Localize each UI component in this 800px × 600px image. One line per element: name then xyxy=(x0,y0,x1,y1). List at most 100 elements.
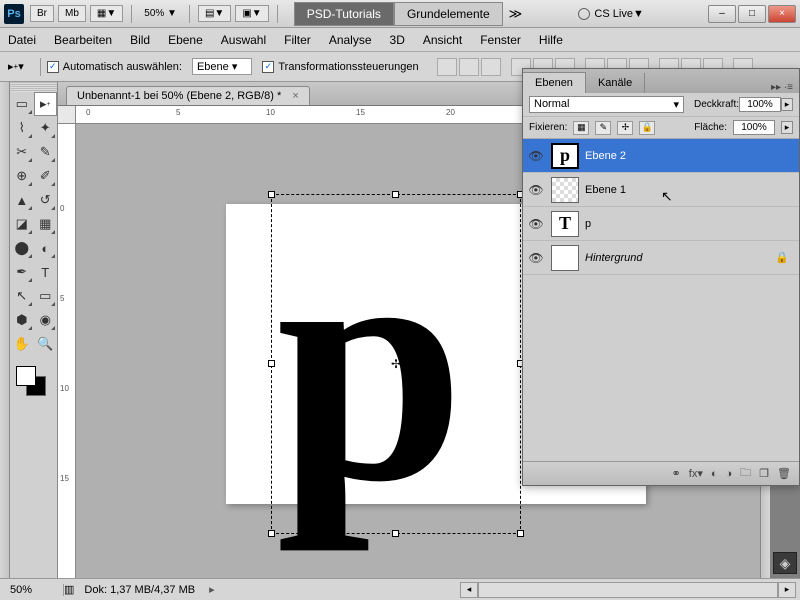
screen-mode-button[interactable]: ▣▼ xyxy=(235,5,268,22)
3d-camera-tool-icon[interactable]: ◉ xyxy=(34,308,58,332)
lock-all-icon[interactable]: 🔒 xyxy=(639,121,655,135)
foreground-color-swatch[interactable] xyxy=(16,366,36,386)
maximize-button[interactable]: □ xyxy=(738,5,766,23)
ruler-origin[interactable] xyxy=(58,106,76,124)
link-layers-icon[interactable]: ⚭ xyxy=(672,467,681,480)
stamp-tool-icon[interactable]: ▲ xyxy=(10,188,34,212)
layer-p[interactable]: 👁 T p xyxy=(523,207,799,241)
menu-datei[interactable]: Datei xyxy=(8,33,36,47)
layer-thumbnail[interactable]: p xyxy=(551,143,579,169)
layer-mask-icon[interactable]: ◐ xyxy=(711,468,718,480)
layer-hintergrund[interactable]: 👁 Hintergrund 🔒 xyxy=(523,241,799,275)
more-workspaces-icon[interactable]: ≫ xyxy=(509,6,523,22)
menu-bearbeiten[interactable]: Bearbeiten xyxy=(54,33,112,47)
eyedropper-tool-icon[interactable]: ✎ xyxy=(34,140,58,164)
transform-handle-nw[interactable] xyxy=(268,191,275,198)
view-extras-button[interactable]: ▦▼ xyxy=(90,5,123,22)
menu-ebene[interactable]: Ebene xyxy=(168,33,203,47)
pen-tool-icon[interactable]: ✒ xyxy=(10,260,34,284)
menu-filter[interactable]: Filter xyxy=(284,33,311,47)
healing-tool-icon[interactable]: ⊕ xyxy=(10,164,34,188)
marquee-tool-icon[interactable]: ▭ xyxy=(10,92,34,116)
shape-tool-icon[interactable]: ▭ xyxy=(34,284,58,308)
group-icon[interactable]: 🗀 xyxy=(740,464,751,483)
panel-menu-icon[interactable]: ▸▸ ·≡ xyxy=(765,82,799,93)
move-tool-icon[interactable]: ▸+ xyxy=(34,92,58,116)
opacity-input[interactable]: 100% xyxy=(739,97,781,112)
layer-ebene-2[interactable]: 👁 p Ebene 2 xyxy=(523,139,799,173)
hand-tool-icon[interactable]: ✋ xyxy=(10,332,34,356)
close-tab-icon[interactable]: × xyxy=(292,90,298,102)
blend-mode-select[interactable]: Normal▾ xyxy=(529,96,684,113)
layer-name-label[interactable]: p xyxy=(585,218,591,230)
tab-kanaele[interactable]: Kanäle xyxy=(586,73,645,93)
cslive-button[interactable]: CS Live ▼ xyxy=(578,8,643,20)
visibility-toggle-icon[interactable]: 👁 xyxy=(527,217,545,231)
history-brush-tool-icon[interactable]: ↺ xyxy=(34,188,58,212)
lock-pixels-icon[interactable]: ✎ xyxy=(595,121,611,135)
menu-analyse[interactable]: Analyse xyxy=(329,33,372,47)
delete-layer-icon[interactable]: 🗑 xyxy=(777,467,791,480)
arrange-button[interactable]: ▤▼ xyxy=(198,5,231,22)
color-swatches[interactable] xyxy=(10,362,57,402)
transform-handle-se[interactable] xyxy=(517,530,524,537)
document-info-icon[interactable]: ▥ xyxy=(64,583,74,596)
menu-bild[interactable]: Bild xyxy=(130,33,150,47)
3d-tool-icon[interactable]: ⬢ xyxy=(10,308,34,332)
layer-thumbnail[interactable] xyxy=(551,177,579,203)
layer-ebene-1[interactable]: 👁 Ebene 1 xyxy=(523,173,799,207)
opacity-flyout-icon[interactable]: ▸ xyxy=(781,98,793,111)
zoom-dropdown[interactable]: 50% ▼ xyxy=(140,6,181,21)
minimize-button[interactable]: – xyxy=(708,5,736,23)
new-layer-icon[interactable]: ❐ xyxy=(759,467,769,480)
bridge-button[interactable]: Br xyxy=(30,5,54,22)
type-tool-icon[interactable]: T xyxy=(34,260,58,284)
crop-tool-icon[interactable]: ✂ xyxy=(10,140,34,164)
visibility-toggle-icon[interactable]: 👁 xyxy=(527,149,545,163)
magic-wand-tool-icon[interactable]: ✦ xyxy=(34,116,58,140)
scrollbar-horizontal[interactable] xyxy=(478,582,778,598)
fill-input[interactable]: 100% xyxy=(733,120,775,135)
eraser-tool-icon[interactable]: ◪ xyxy=(10,212,34,236)
layer-name-label[interactable]: Ebene 1 xyxy=(585,184,626,196)
align-vcenter-icon[interactable] xyxy=(459,58,479,76)
layer-thumbnail[interactable]: T xyxy=(551,211,579,237)
layer-style-icon[interactable]: fx▾ xyxy=(689,467,703,480)
workspace-tab-grundelemente[interactable]: Grundelemente xyxy=(394,2,503,26)
menu-ansicht[interactable]: Ansicht xyxy=(423,33,462,47)
transform-handle-n[interactable] xyxy=(392,191,399,198)
adjustment-layer-icon[interactable]: ◑ xyxy=(726,468,733,480)
minibridge-button[interactable]: Mb xyxy=(58,5,86,22)
visibility-toggle-icon[interactable]: 👁 xyxy=(527,251,545,265)
scroll-right-icon[interactable]: ▸ xyxy=(778,582,796,598)
menu-fenster[interactable]: Fenster xyxy=(480,33,521,47)
ruler-vertical[interactable]: 0 5 10 15 xyxy=(58,124,76,578)
panel-layers-collapsed-icon[interactable]: ◈ xyxy=(773,552,797,574)
menu-auswahl[interactable]: Auswahl xyxy=(221,33,266,47)
fill-flyout-icon[interactable]: ▸ xyxy=(781,121,793,134)
transform-bounding-box[interactable]: ✢ xyxy=(271,194,521,534)
dodge-tool-icon[interactable]: ◐ xyxy=(34,236,58,260)
scroll-left-icon[interactable]: ◂ xyxy=(460,582,478,598)
left-dock-strip[interactable] xyxy=(0,82,10,578)
menu-hilfe[interactable]: Hilfe xyxy=(539,33,563,47)
align-bottom-icon[interactable] xyxy=(481,58,501,76)
auto-select-target[interactable]: Ebene ▾ xyxy=(192,58,252,75)
close-button[interactable]: × xyxy=(768,5,796,23)
lock-transparency-icon[interactable]: ▦ xyxy=(573,121,589,135)
lasso-tool-icon[interactable]: ⌇ xyxy=(10,116,34,140)
blur-tool-icon[interactable]: ⬤ xyxy=(10,236,34,260)
brush-tool-icon[interactable]: ✐ xyxy=(34,164,58,188)
workspace-tab-psdtutorials[interactable]: PSD-Tutorials xyxy=(294,2,394,26)
zoom-tool-icon[interactable]: 🔍 xyxy=(34,332,58,356)
layer-thumbnail[interactable] xyxy=(551,245,579,271)
layer-name-label[interactable]: Ebene 2 xyxy=(585,150,626,162)
menu-3d[interactable]: 3D xyxy=(390,33,405,47)
transform-handle-sw[interactable] xyxy=(268,530,275,537)
gradient-tool-icon[interactable]: ▦ xyxy=(34,212,58,236)
toolbox-grip[interactable] xyxy=(10,82,57,92)
document-tab[interactable]: Unbenannt-1 bei 50% (Ebene 2, RGB/8) * × xyxy=(66,86,310,105)
zoom-level[interactable]: 50% xyxy=(4,584,64,596)
lock-position-icon[interactable]: ✢ xyxy=(617,121,633,135)
align-top-icon[interactable] xyxy=(437,58,457,76)
